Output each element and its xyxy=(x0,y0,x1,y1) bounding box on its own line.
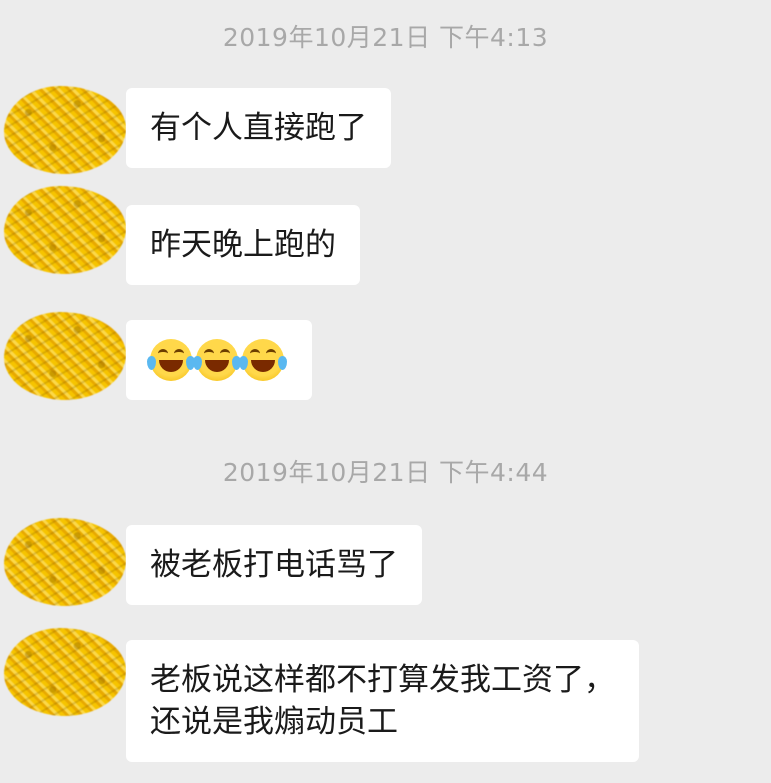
message-bubble[interactable] xyxy=(126,320,312,400)
message-text: 被老板打电话骂了 xyxy=(150,547,398,583)
joy-emoji-icon xyxy=(147,339,195,381)
message-text: 昨天晚上跑的 xyxy=(150,227,336,263)
message-bubble[interactable]: 昨天晚上跑的 xyxy=(126,205,360,285)
timestamp: 2019年10月21日 下午4:44 xyxy=(222,458,549,487)
message-text-line: 还说是我煽动员工 xyxy=(150,704,398,740)
message-bubble[interactable]: 老板说这样都不打算发我工资了， 还说是我煽动员工 xyxy=(126,640,639,762)
joy-emoji-icon xyxy=(193,339,241,381)
message-text: 有个人直接跑了 xyxy=(150,110,367,146)
timestamp: 2019年10月21日 下午4:13 xyxy=(222,23,549,52)
avatar[interactable] xyxy=(4,518,126,606)
message-bubble[interactable]: 有个人直接跑了 xyxy=(126,88,391,168)
avatar[interactable] xyxy=(4,86,126,174)
avatar[interactable] xyxy=(4,628,126,716)
message-text-line: 老板说这样都不打算发我工资了， xyxy=(150,662,615,698)
joy-emoji-icon xyxy=(239,339,287,381)
avatar[interactable] xyxy=(4,186,126,274)
avatar[interactable] xyxy=(4,312,126,400)
emoji-row xyxy=(147,339,288,381)
message-bubble[interactable]: 被老板打电话骂了 xyxy=(126,525,422,605)
